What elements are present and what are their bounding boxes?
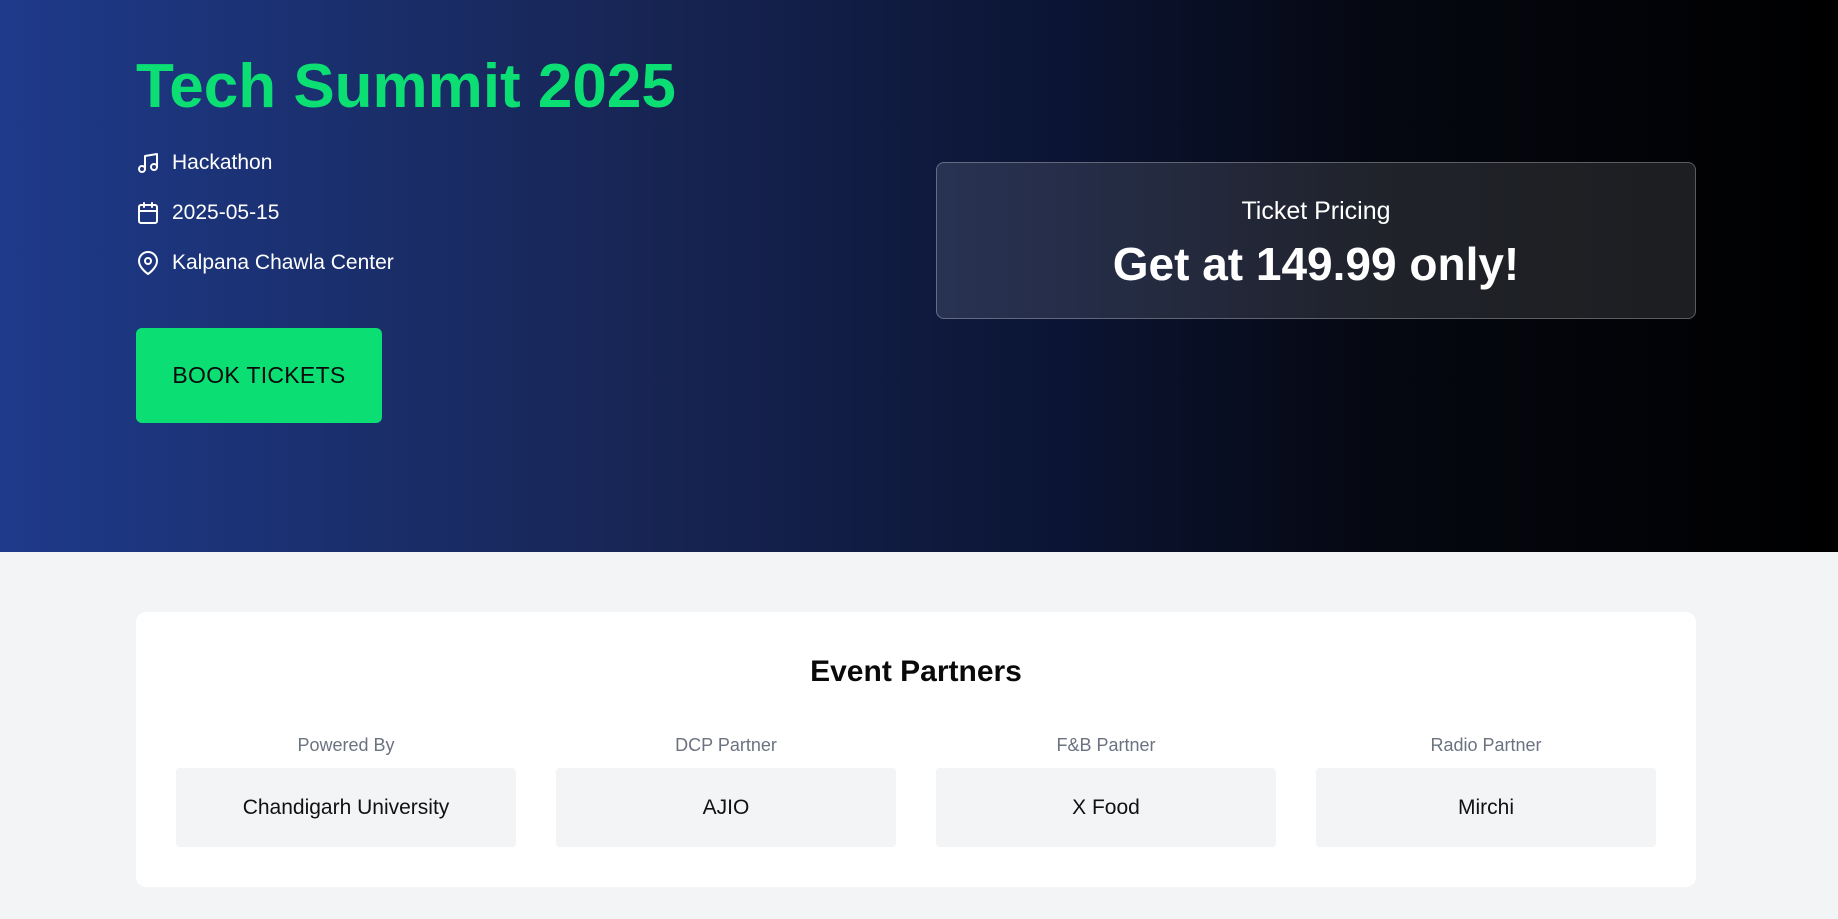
event-category: Hackathon	[136, 149, 272, 177]
partner-name: AJIO	[556, 768, 896, 847]
book-tickets-button[interactable]: BOOK TICKETS	[136, 328, 382, 423]
partner-role: Powered By	[297, 735, 395, 755]
partner-name: X Food	[936, 768, 1276, 847]
partner-role: F&B Partner	[1056, 735, 1156, 755]
ticket-pricing-label: Ticket Pricing	[1241, 197, 1391, 225]
map-pin-icon	[136, 251, 160, 275]
music-note-icon	[136, 151, 160, 175]
partner-role: Radio Partner	[1430, 735, 1542, 755]
partner-item: F&B Partner X Food	[936, 734, 1276, 847]
partner-role: DCP Partner	[675, 735, 777, 755]
event-venue-label: Kalpana Chawla Center	[172, 251, 394, 274]
partner-item: DCP Partner AJIO	[556, 734, 896, 847]
event-partners-section: Event Partners Powered By Chandigarh Uni…	[136, 612, 1696, 887]
ticket-pricing-card: Ticket Pricing Get at 149.99 only!	[936, 162, 1696, 319]
event-category-label: Hackathon	[172, 151, 273, 174]
event-date: 2025-05-15	[136, 199, 279, 227]
event-venue: Kalpana Chawla Center	[136, 249, 394, 277]
calendar-icon	[136, 201, 160, 225]
hero-section: Tech Summit 2025 Hackathon 2025-05-15 Ka…	[0, 0, 1838, 552]
partner-item: Radio Partner Mirchi	[1316, 734, 1656, 847]
partners-grid: Powered By Chandigarh University DCP Par…	[176, 734, 1656, 847]
partner-name: Mirchi	[1316, 768, 1656, 847]
event-date-label: 2025-05-15	[172, 201, 280, 224]
partner-item: Powered By Chandigarh University	[176, 734, 516, 847]
ticket-price: Get at 149.99 only!	[1112, 238, 1520, 290]
event-title: Tech Summit 2025	[136, 52, 676, 121]
partner-name: Chandigarh University	[176, 768, 516, 847]
event-partners-title: Event Partners	[810, 655, 1022, 688]
